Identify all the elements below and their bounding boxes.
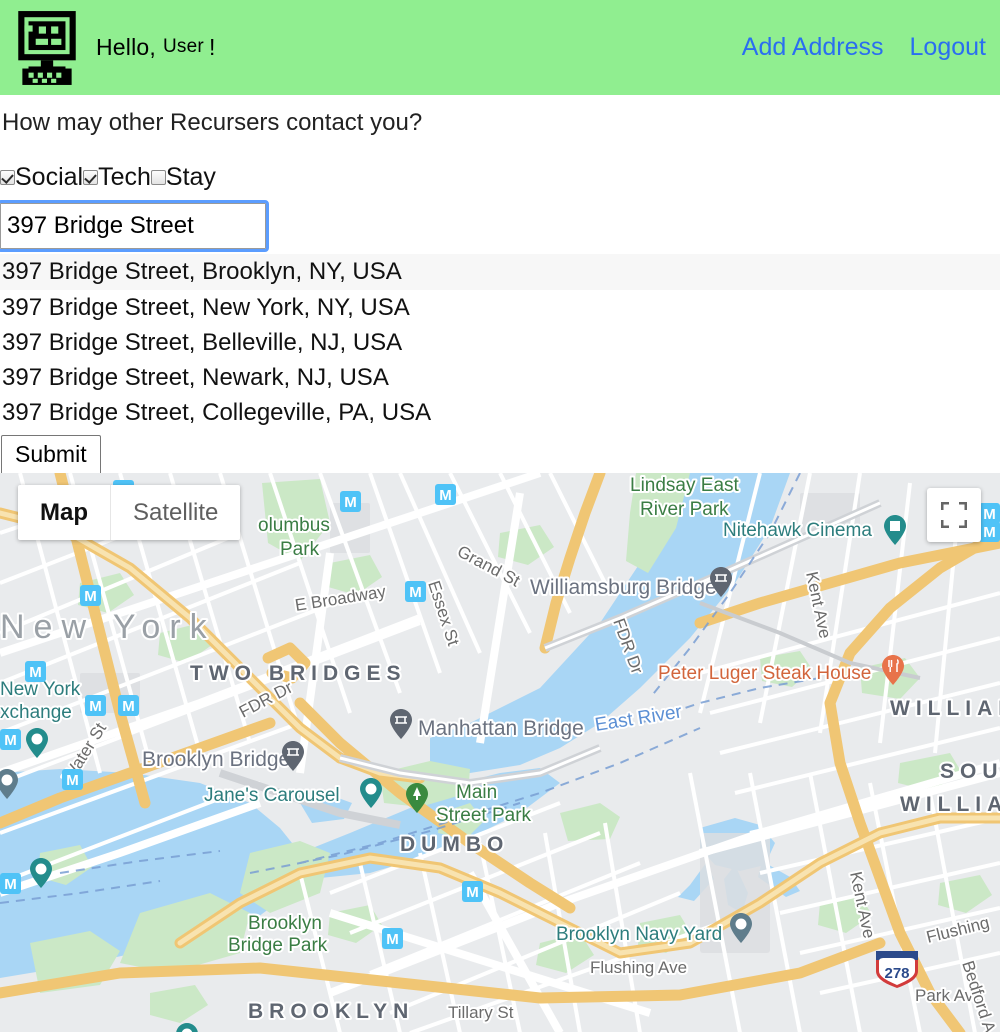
contact-form: How may other Recursers contact you? Soc… bbox=[0, 107, 1000, 476]
checkbox-stay-label: Stay bbox=[165, 163, 216, 192]
map-container[interactable]: New York TWO BRIDGES DUMBO BROOKLYN HEIG… bbox=[0, 473, 1000, 1032]
map-label-bridge: Brooklyn Bridge bbox=[142, 748, 290, 771]
svg-text:M: M bbox=[983, 506, 996, 523]
svg-text:M: M bbox=[4, 876, 17, 893]
svg-text:M: M bbox=[4, 732, 17, 749]
fullscreen-icon bbox=[941, 502, 967, 528]
map-label-park: Street Park bbox=[436, 805, 532, 826]
address-input-wrap bbox=[0, 200, 269, 253]
svg-text:M: M bbox=[344, 494, 357, 511]
map-label-street: Flushing Ave bbox=[590, 958, 687, 977]
map-label-neighborhood: WILLIAM bbox=[890, 697, 1000, 720]
map-label-poi: New York bbox=[0, 679, 81, 700]
page-title: How may other Recursers contact you? bbox=[2, 109, 423, 136]
map-canvas[interactable]: New York TWO BRIDGES DUMBO BROOKLYN HEIG… bbox=[0, 473, 1000, 1032]
map-label-neighborhood: WILLIAM bbox=[900, 793, 1000, 816]
svg-text:M: M bbox=[386, 931, 399, 948]
computer-monitor-icon bbox=[18, 10, 76, 85]
checkbox-social-label: Social bbox=[15, 163, 84, 192]
map-label-bridge: Manhattan Bridge bbox=[418, 717, 584, 740]
map-label-park: Park bbox=[280, 539, 320, 560]
map-label-poi: Jane's Carousel bbox=[204, 785, 340, 806]
svg-text:M: M bbox=[439, 487, 452, 504]
map-label-neighborhood: DUMBO bbox=[400, 833, 509, 856]
map-label-bridge: Williamsburg Bridge bbox=[530, 576, 717, 599]
svg-text:M: M bbox=[89, 698, 102, 715]
checkbox-stay[interactable] bbox=[150, 170, 166, 186]
logout-link[interactable]: Logout bbox=[910, 33, 986, 62]
contact-preference-checkboxes: Social Tech Stay bbox=[0, 165, 1000, 190]
svg-text:M: M bbox=[983, 524, 996, 541]
list-item[interactable]: 397 Bridge Street, Belleville, NJ, USA bbox=[0, 325, 1000, 360]
app-header: Hello, User ! Add Address Logout bbox=[0, 0, 1000, 95]
svg-text:M: M bbox=[409, 584, 422, 601]
svg-text:M: M bbox=[122, 698, 135, 715]
map-label-neighborhood: SOU bbox=[940, 760, 1000, 783]
map-label-park: Lindsay East bbox=[630, 475, 740, 496]
svg-text:M: M bbox=[84, 588, 97, 605]
map-label-poi: Brooklyn Navy Yard bbox=[556, 924, 722, 945]
map-type-map-button[interactable]: Map bbox=[18, 485, 110, 540]
map-label-city: New York bbox=[0, 608, 216, 646]
greeting-hello: Hello, bbox=[96, 34, 157, 60]
checkbox-tech-label: Tech bbox=[98, 163, 151, 192]
map-label-neighborhood: BROOKLYN bbox=[248, 1000, 414, 1023]
address-suggestion-list: 397 Bridge Street, Brooklyn, NY, USA 397… bbox=[0, 254, 1000, 430]
greeting-username: User bbox=[163, 36, 204, 57]
list-item[interactable]: 397 Bridge Street, Collegeville, PA, USA bbox=[0, 395, 1000, 430]
map-label-park: olumbus bbox=[258, 515, 330, 536]
greeting-exclaim: ! bbox=[208, 34, 216, 60]
map-label-park: Bridge Park bbox=[228, 935, 328, 956]
checkbox-tech[interactable] bbox=[83, 170, 99, 186]
map-label-park: Brooklyn bbox=[248, 913, 322, 934]
highway-shield-number: 278 bbox=[884, 965, 909, 982]
map-label-poi: Nitehawk Cinema bbox=[723, 520, 872, 541]
list-item[interactable]: 397 Bridge Street, Brooklyn, NY, USA bbox=[0, 254, 1000, 290]
map-label-park: River Park bbox=[640, 499, 729, 520]
list-item[interactable]: 397 Bridge Street, Newark, NJ, USA bbox=[0, 360, 1000, 395]
list-item[interactable]: 397 Bridge Street, New York, NY, USA bbox=[0, 290, 1000, 325]
fullscreen-button[interactable] bbox=[927, 488, 981, 542]
svg-text:M: M bbox=[66, 772, 79, 789]
map-label-neighborhood: TWO BRIDGES bbox=[190, 662, 407, 685]
address-input[interactable] bbox=[0, 200, 269, 253]
svg-text:M: M bbox=[29, 664, 42, 681]
add-address-link[interactable]: Add Address bbox=[742, 33, 884, 62]
map-type-satellite-button[interactable]: Satellite bbox=[110, 485, 240, 540]
map-label-poi: xchange bbox=[0, 702, 72, 723]
map-label-park: Main bbox=[456, 782, 497, 803]
map-label-street: Tillary St bbox=[448, 1003, 514, 1022]
submit-button[interactable]: Submit bbox=[1, 434, 101, 476]
map-label-poi-food: Peter Luger Steak House bbox=[658, 663, 871, 684]
greeting: Hello, User ! bbox=[96, 34, 216, 61]
svg-text:M: M bbox=[466, 884, 479, 901]
checkbox-social[interactable] bbox=[0, 170, 15, 186]
map-type-control[interactable]: Map Satellite bbox=[18, 485, 241, 540]
header-nav: Add Address Logout bbox=[742, 33, 986, 62]
